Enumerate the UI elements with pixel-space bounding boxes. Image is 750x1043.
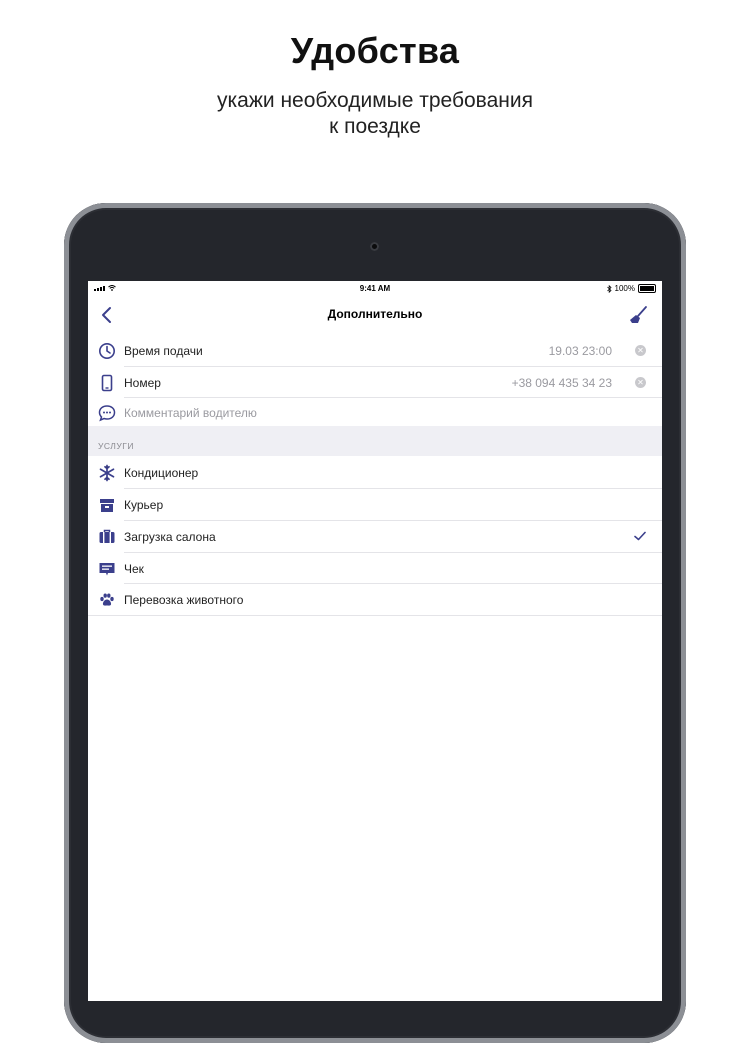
status-bar: 9:41 AM 100% [88, 281, 662, 297]
checkmark-icon [632, 528, 648, 544]
driver-comment-input[interactable]: Комментарий водителю [124, 406, 257, 420]
service-label: Курьер [124, 498, 164, 512]
pickup-time-value: 19.03 23:00 [548, 344, 612, 358]
service-cabin-loading[interactable]: Загрузка салона [88, 521, 662, 552]
clear-all-button[interactable] [626, 303, 650, 327]
service-air-conditioner[interactable]: Кондиционер [88, 457, 662, 488]
snowflake-icon [98, 464, 116, 482]
driver-comment-row[interactable]: Комментарий водителю [88, 397, 662, 428]
promo-subtitle-line1: укажи необходимые требования [217, 89, 533, 112]
status-time: 9:41 AM [359, 284, 391, 293]
battery-percent: 100% [614, 284, 635, 293]
service-courier[interactable]: Курьер [88, 489, 662, 520]
service-label: Загрузка салона [124, 530, 216, 544]
nav-bar: Дополнительно [88, 297, 662, 335]
promo-subtitle: укажи необходимые требования к поездке [0, 88, 750, 140]
battery-icon [638, 284, 656, 293]
clear-phone-button[interactable]: ✕ [635, 377, 646, 388]
phone-row[interactable]: Номер +38 094 435 34 23 ✕ [88, 367, 662, 398]
paw-icon [98, 591, 116, 609]
nav-title: Дополнительно [327, 307, 423, 321]
service-pet-transport[interactable]: Перевозка животного [88, 584, 662, 615]
receipt-icon [98, 560, 116, 578]
service-label: Чек [124, 562, 144, 576]
service-label: Кондиционер [124, 466, 199, 480]
promo-title: Удобства [290, 30, 460, 71]
services-section-header: УСЛУГИ [88, 426, 662, 456]
divider [88, 615, 662, 616]
tablet-frame: 9:41 AM 100% Дополнительно Время подачи … [64, 203, 686, 1043]
phone-icon [98, 374, 116, 392]
bluetooth-icon [606, 284, 612, 293]
clear-time-button[interactable]: ✕ [635, 345, 646, 356]
luggage-icon [98, 528, 116, 546]
broom-icon [630, 306, 647, 323]
promo-subtitle-line2: к поездке [329, 115, 421, 138]
pickup-time-row[interactable]: Время подачи 19.03 23:00 ✕ [88, 335, 662, 366]
box-icon [98, 496, 116, 514]
phone-label: Номер [124, 376, 161, 390]
services-header-label: УСЛУГИ [98, 441, 134, 451]
service-receipt[interactable]: Чек [88, 553, 662, 584]
service-label: Перевозка животного [124, 593, 244, 607]
pickup-time-label: Время подачи [124, 344, 203, 358]
clock-icon [98, 342, 116, 360]
front-camera [370, 242, 379, 251]
phone-value: +38 094 435 34 23 [511, 376, 612, 390]
app-screen: 9:41 AM 100% Дополнительно Время подачи … [88, 281, 662, 1001]
chat-icon [98, 404, 116, 422]
